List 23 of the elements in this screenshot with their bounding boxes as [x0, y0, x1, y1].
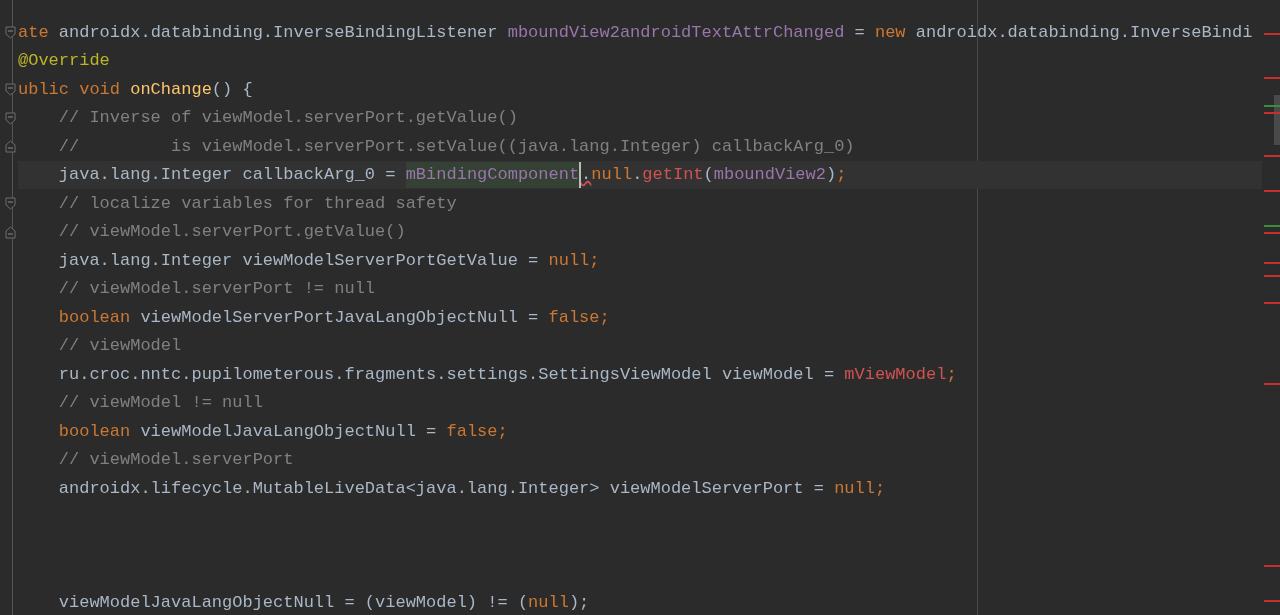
code-line: boolean viewModelJavaLangObjectNull = false; — [57, 420, 509, 443]
code-line: ate androidx.databinding.InverseBindingListener mboundView2androidTextAttrChanged = new androidx.databinding.InverseBindi — [18, 21, 1254, 44]
code-line: // localize variables for thread safety — [57, 192, 458, 215]
fold-icon[interactable] — [5, 111, 16, 125]
fold-icon[interactable] — [5, 83, 16, 96]
code-line: // viewModel.serverPort.getValue() — [57, 221, 407, 243]
code-line: // Inverse of viewModel.serverPort.getValue() — [57, 107, 519, 129]
code-line: androidx.lifecycle.MutableLiveData<java.lang.Integer> viewModelServerPort = null; — [57, 477, 887, 500]
code-line: java.lang.Integer viewModelServerPortGetValue = null; — [57, 249, 601, 272]
fold-icon[interactable] — [5, 26, 16, 39]
code-line: // viewModel.serverPort != null — [57, 278, 377, 300]
fold-icon[interactable] — [5, 197, 16, 210]
code-line: viewModelJavaLangObjectNull = (viewModel) != (null); — [57, 591, 591, 614]
fold-end-icon[interactable] — [5, 225, 16, 239]
code-line: boolean viewModelServerPortJavaLangObjectNull = false; — [57, 306, 611, 329]
code-line: // viewModel — [57, 335, 183, 357]
code-line: // viewModel.serverPort — [57, 449, 295, 471]
code-line: ru.croc.nntc.pupilometerous.fragments.settings.SettingsViewModel viewModel = mViewModel; — [57, 363, 958, 386]
code-line: ublic void onChange() { — [18, 78, 254, 101]
code-line: // viewModel != null — [57, 392, 264, 414]
code-line: // is viewModel.serverPort.setValue((java.lang.Integer) callbackArg_0) — [57, 135, 856, 158]
code-line: @Override — [18, 50, 111, 72]
fold-end-icon[interactable] — [5, 140, 16, 153]
